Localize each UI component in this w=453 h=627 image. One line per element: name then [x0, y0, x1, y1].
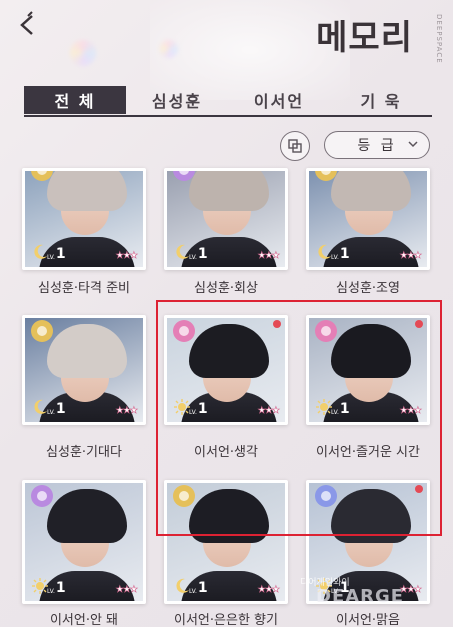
level-prefix: LV.: [189, 409, 197, 416]
side-label: DEEPSPACE: [435, 14, 443, 64]
star-rating: ★★★: [257, 585, 280, 596]
level-prefix: LV.: [47, 254, 55, 261]
rarity-gem-icon: [315, 320, 337, 342]
card-title: 심성훈·회상: [194, 281, 258, 296]
level-number: 1: [339, 246, 350, 262]
card-frame: LV. 1 ★★★: [22, 168, 146, 270]
star-rating: ★★★: [115, 585, 138, 596]
chevron-down-icon: [408, 141, 418, 148]
card-frame: LV. 1 ★★★: [22, 480, 146, 604]
card-title: 심성훈·조영: [336, 281, 400, 296]
level-prefix: LV.: [331, 254, 339, 261]
watermark-logo: DEARGE: [316, 586, 405, 607]
tab-shim-sunghoon[interactable]: 심성훈: [126, 86, 228, 114]
chevron-left-icon: [20, 11, 33, 35]
card-frame: LV. 1 ★★★: [22, 315, 146, 425]
card-title: 심성훈·타격 준비: [38, 281, 130, 296]
level-number: 1: [197, 401, 208, 417]
level-prefix: LV.: [47, 588, 55, 595]
level-number: 1: [55, 401, 66, 417]
card-title: 심성훈·기대다: [46, 445, 122, 460]
prism-light-decoration: [70, 40, 96, 66]
card-frame: LV. 1 ★★★: [164, 168, 288, 270]
level-prefix: LV.: [47, 409, 55, 416]
prism-light-decoration: [160, 40, 178, 58]
star-rating: ★★★: [399, 406, 422, 417]
card-frame: LV. 1 ★★★: [164, 480, 288, 604]
rarity-gem-icon: [315, 485, 337, 507]
filter-toggle-button[interactable]: [280, 131, 310, 161]
level-number: 1: [197, 580, 208, 596]
level-badge: LV. 1: [173, 243, 208, 261]
memory-card[interactable]: LV. 1 ★★★ 이서언·생각: [164, 315, 288, 460]
memory-card[interactable]: LV. 1 ★★★ 이서언·즐거운 시간: [306, 315, 430, 460]
star-rating: ★★★: [115, 406, 138, 417]
memory-card[interactable]: LV. 1 ★★★ 심성훈·기대다: [22, 315, 146, 460]
level-number: 1: [197, 246, 208, 262]
card-frame: LV. 1 ★★★: [306, 168, 430, 270]
back-button[interactable]: [14, 10, 40, 40]
new-indicator-dot: [273, 320, 281, 328]
memory-card[interactable]: LV. 1 ★★★ 이서언·안 돼: [22, 480, 146, 627]
layers-icon: [288, 139, 302, 153]
star-rating: ★★★: [257, 406, 280, 417]
level-prefix: LV.: [189, 254, 197, 261]
new-indicator-dot: [415, 485, 423, 493]
tab-all[interactable]: 전 체: [24, 86, 126, 114]
level-number: 1: [55, 580, 66, 596]
memory-card[interactable]: LV. 1 ★★★ 심성훈·타격 준비: [22, 168, 146, 296]
level-badge: LV. 1: [173, 398, 208, 416]
tab-lee-seoeon[interactable]: 이서언: [228, 86, 330, 114]
level-badge: LV. 1: [31, 577, 66, 595]
level-badge: LV. 1: [31, 243, 66, 261]
card-title: 이서언·은은한 향기: [174, 613, 278, 627]
level-prefix: LV.: [331, 409, 339, 416]
page-title: 메모리: [316, 18, 413, 58]
rarity-gem-icon: [31, 320, 53, 342]
level-badge: LV. 1: [173, 577, 208, 595]
star-rating: ★★★: [115, 251, 138, 262]
star-rating: ★★★: [399, 251, 422, 262]
memory-card[interactable]: LV. 1 ★★★ 이서언·은은한 향기: [164, 480, 288, 627]
card-frame: LV. 1 ★★★: [306, 315, 430, 425]
memory-card[interactable]: LV. 1 ★★★ 심성훈·조영: [306, 168, 430, 296]
new-indicator-dot: [415, 320, 423, 328]
tab-bar: 전 체 심성훈 이서언 기 욱: [24, 86, 432, 114]
level-prefix: LV.: [189, 588, 197, 595]
grade-sort-select[interactable]: 등 급: [324, 131, 430, 159]
tab-ki-wook[interactable]: 기 욱: [330, 86, 432, 114]
card-title: 이서언·안 돼: [49, 613, 119, 627]
level-badge: LV. 1: [315, 398, 350, 416]
rarity-gem-icon: [31, 485, 53, 507]
level-badge: LV. 1: [315, 243, 350, 261]
rarity-gem-icon: [173, 485, 195, 507]
card-title: 이서언·생각: [194, 445, 258, 460]
level-badge: LV. 1: [31, 398, 66, 416]
level-number: 1: [339, 401, 350, 417]
card-frame: LV. 1 ★★★: [164, 315, 288, 425]
grade-select-label: 등 급: [357, 138, 397, 154]
card-title: 이서언·즐거운 시간: [316, 445, 420, 460]
level-number: 1: [55, 246, 66, 262]
memory-card[interactable]: LV. 1 ★★★ 심성훈·회상: [164, 168, 288, 296]
tab-underline: [24, 115, 432, 117]
rarity-gem-icon: [173, 320, 195, 342]
star-rating: ★★★: [257, 251, 280, 262]
card-title: 이서언·맑음: [336, 613, 400, 627]
